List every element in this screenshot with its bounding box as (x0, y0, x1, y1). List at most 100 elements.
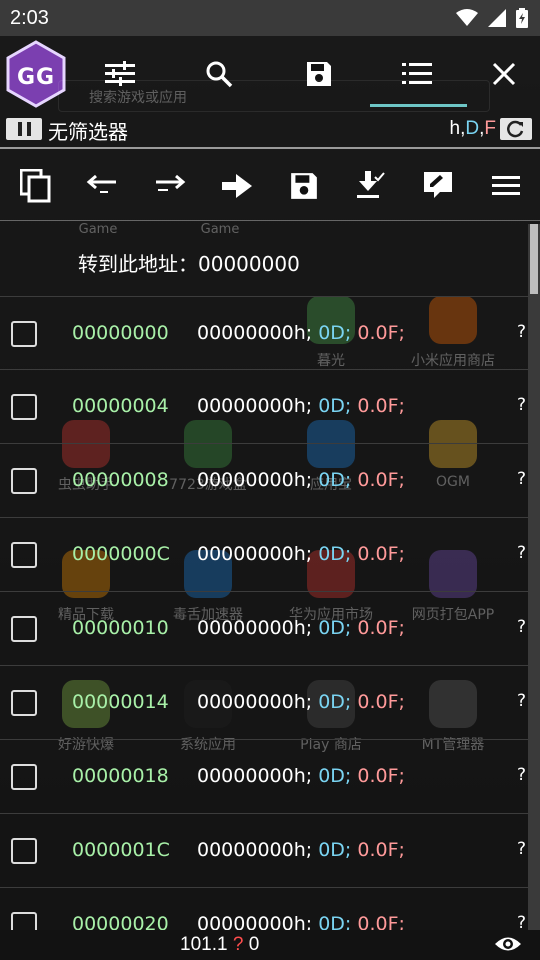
download-check-icon (357, 171, 385, 198)
table-row[interactable]: 00000000 00000000h; 0D; 0.0F;? (0, 296, 528, 370)
copy-button[interactable] (20, 166, 52, 206)
pause-button[interactable] (6, 118, 42, 140)
edit-button[interactable] (422, 166, 454, 206)
version-text: 101.1 (180, 934, 228, 955)
row-values[interactable]: 00000000h; 0D; 0.0F; (197, 691, 405, 713)
row-hex-value: 00000000h; (197, 395, 313, 417)
row-float-value: 0.0F; (357, 691, 405, 713)
row-float-value: 0.0F; (357, 543, 405, 565)
save-to-list-button[interactable] (289, 166, 319, 206)
export-button[interactable] (355, 166, 385, 206)
row-float-value: 0.0F; (357, 322, 405, 344)
system-icons (456, 8, 528, 28)
active-tab-indicator (370, 104, 467, 107)
row-checkbox[interactable] (11, 394, 37, 420)
close-button[interactable] (484, 54, 524, 94)
row-values[interactable]: 00000000h; 0D; 0.0F; (197, 839, 405, 861)
row-hex-value: 00000000h; (197, 543, 313, 565)
background-search-hint: 搜索游戏或应用 (58, 80, 490, 112)
row-dword-value: 0D; (318, 395, 352, 417)
go-back-button[interactable] (86, 166, 118, 206)
row-dword-value: 0D; (318, 617, 352, 639)
row-float-value: 0.0F; (357, 469, 405, 491)
format-hex: h, (449, 118, 466, 139)
row-dword-value: 0D; (318, 765, 352, 787)
row-unknown-marker: ? (517, 617, 527, 637)
refresh-icon (507, 120, 524, 138)
eye-icon[interactable] (494, 935, 522, 953)
row-values[interactable]: 00000000h; 0D; 0.0F; (197, 322, 405, 344)
row-unknown-marker: ? (517, 765, 527, 785)
table-row[interactable]: 00000018 00000000h; 0D; 0.0F;? (0, 740, 528, 814)
row-checkbox[interactable] (11, 542, 37, 568)
status-question-mark: ? (232, 934, 244, 955)
row-checkbox[interactable] (11, 321, 37, 347)
scrollbar[interactable] (528, 224, 540, 960)
status-text: 101.1 ? 0 (180, 934, 259, 956)
value-format-selector[interactable]: h,D,F (450, 118, 496, 140)
row-address[interactable]: 00000000 (72, 322, 169, 344)
row-address[interactable]: 0000000C (72, 543, 170, 565)
menu-button[interactable] (492, 166, 520, 206)
scrollbar-thumb[interactable] (530, 224, 538, 294)
row-unknown-marker: ? (517, 543, 527, 563)
refresh-button[interactable] (500, 118, 532, 140)
filter-label[interactable]: 无筛选器 (48, 116, 128, 145)
table-row[interactable]: 00000014 00000000h; 0D; 0.0F;? (0, 666, 528, 740)
row-hex-value: 00000000h; (197, 617, 313, 639)
save-icon (291, 173, 317, 199)
row-address[interactable]: 00000018 (72, 765, 169, 787)
row-float-value: 0.0F; (357, 839, 405, 861)
row-checkbox[interactable] (11, 838, 37, 864)
table-row[interactable]: 0000000C 00000000h; 0D; 0.0F;? (0, 518, 528, 592)
row-checkbox[interactable] (11, 764, 37, 790)
row-dword-value: 0D; (318, 469, 352, 491)
table-row[interactable]: 00000004 00000000h; 0D; 0.0F;? (0, 370, 528, 444)
row-address[interactable]: 00000010 (72, 617, 169, 639)
row-address[interactable]: 00000014 (72, 691, 169, 713)
row-hex-value: 00000000h; (197, 322, 313, 344)
copy-icon (20, 169, 51, 203)
row-address[interactable]: 0000001C (72, 839, 170, 861)
gameguardian-logo-icon[interactable]: G G (6, 40, 66, 108)
go-forward-button[interactable] (154, 166, 186, 206)
row-dword-value: 0D; (318, 839, 352, 861)
table-row[interactable]: 0000001C 00000000h; 0D; 0.0F;? (0, 814, 528, 888)
goto-address-row[interactable]: 转到此地址：00000000 (0, 224, 528, 294)
row-float-value: 0.0F; (357, 395, 405, 417)
row-values[interactable]: 00000000h; 0D; 0.0F; (197, 543, 405, 565)
row-address[interactable]: 00000004 (72, 395, 169, 417)
row-checkbox[interactable] (11, 690, 37, 716)
row-dword-value: 0D; (318, 691, 352, 713)
status-time: 2:03 (10, 6, 49, 29)
bottom-bar: 101.1 ? 0 (0, 930, 540, 960)
table-row[interactable]: 00000010 00000000h; 0D; 0.0F;? (0, 592, 528, 666)
memory-editor-toolbar (0, 150, 540, 220)
svg-text:G: G (17, 65, 35, 90)
goto-address-value: 00000000 (198, 252, 300, 276)
format-float: F (484, 118, 496, 139)
row-values[interactable]: 00000000h; 0D; 0.0F; (197, 765, 405, 787)
result-count: 0 (248, 934, 260, 955)
row-values[interactable]: 00000000h; 0D; 0.0F; (197, 469, 405, 491)
signal-icon (488, 9, 506, 27)
memory-table: 00000000 00000000h; 0D; 0.0F;? 00000004 000… (0, 296, 528, 960)
row-hex-value: 00000000h; (197, 469, 313, 491)
row-address[interactable]: 00000008 (72, 469, 169, 491)
row-checkbox[interactable] (11, 468, 37, 494)
row-float-value: 0.0F; (357, 617, 405, 639)
goto-label: 转到此地址： (78, 252, 198, 276)
row-checkbox[interactable] (11, 616, 37, 642)
goto-address-button[interactable] (222, 166, 252, 206)
wifi-icon (456, 9, 478, 26)
arrow-right-icon (156, 174, 186, 191)
row-dword-value: 0D; (318, 322, 352, 344)
row-values[interactable]: 00000000h; 0D; 0.0F; (197, 617, 405, 639)
svg-text:G: G (36, 65, 54, 90)
table-row[interactable]: 00000008 00000000h; 0D; 0.0F;? (0, 444, 528, 518)
arrow-right-bold-icon (222, 174, 252, 198)
row-unknown-marker: ? (517, 839, 527, 859)
goto-address-text: 转到此地址：00000000 (78, 248, 300, 277)
row-hex-value: 00000000h; (197, 765, 313, 787)
row-values[interactable]: 00000000h; 0D; 0.0F; (197, 395, 405, 417)
